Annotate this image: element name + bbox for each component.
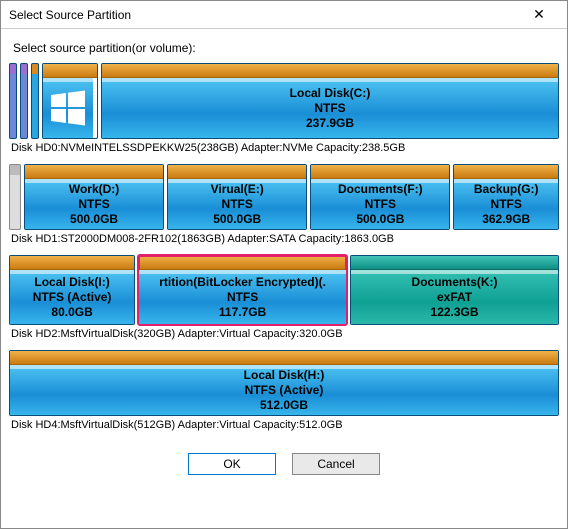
button-bar: OK Cancel — [9, 441, 559, 489]
disk-info: Disk HD0:NVMeINTELSSDPEKKW25(238GB) Adap… — [11, 142, 557, 154]
prompt-text: Select source partition(or volume): — [13, 41, 555, 55]
partition-i[interactable]: Local Disk(I:) NTFS (Active) 80.0GB — [9, 255, 135, 325]
partition-size: 500.0GB — [69, 212, 119, 227]
partition-stub[interactable] — [9, 63, 17, 139]
windows-logo-icon — [43, 78, 93, 138]
cancel-button[interactable]: Cancel — [292, 453, 380, 475]
partition-g[interactable]: Backup(G:) NTFS 362.9GB — [453, 164, 559, 230]
partition-label: Virual(E:) — [211, 182, 264, 197]
partition-stub[interactable] — [9, 164, 21, 230]
partition-fs: NTFS — [69, 197, 119, 212]
partition-size: 237.9GB — [290, 116, 371, 131]
partition-stub[interactable] — [31, 63, 39, 139]
partition-size: 500.0GB — [211, 212, 264, 227]
disk-row: Local Disk(C:) NTFS 237.9GB — [9, 63, 559, 139]
partition-label: Documents(F:) — [338, 182, 423, 197]
partition-label: Local Disk(H:) — [244, 368, 325, 383]
disk-row: Local Disk(H:) NTFS (Active) 512.0GB — [9, 350, 559, 416]
partition-c[interactable]: Local Disk(C:) NTFS 237.9GB — [101, 63, 559, 139]
partition-e[interactable]: Virual(E:) NTFS 500.0GB — [167, 164, 307, 230]
disk-info: Disk HD1:ST2000DM008-2FR102(1863GB) Adap… — [11, 233, 557, 245]
partition-fs: NTFS — [474, 197, 539, 212]
ok-button[interactable]: OK — [188, 453, 276, 475]
partition-f[interactable]: Documents(F:) NTFS 500.0GB — [310, 164, 450, 230]
disk-group-1: Work(D:) NTFS 500.0GB Virual(E:) NTFS 50… — [9, 164, 559, 245]
partition-size: 122.3GB — [412, 305, 498, 320]
partition-size: 500.0GB — [338, 212, 423, 227]
disk-group-2: Local Disk(I:) NTFS (Active) 80.0GB rtit… — [9, 255, 559, 340]
disk-row: Local Disk(I:) NTFS (Active) 80.0GB rtit… — [9, 255, 559, 325]
partition-label: Documents(K:) — [412, 275, 498, 290]
partition-fs: NTFS — [159, 290, 326, 305]
partition-fs: NTFS — [290, 101, 371, 116]
partition-label: Backup(G:) — [474, 182, 539, 197]
disk-info: Disk HD2:MsftVirtualDisk(320GB) Adapter:… — [11, 328, 557, 340]
window-title: Select Source Partition — [9, 8, 519, 22]
disk-group-4: Local Disk(H:) NTFS (Active) 512.0GB Dis… — [9, 350, 559, 431]
partition-k[interactable]: Documents(K:) exFAT 122.3GB — [350, 255, 559, 325]
partition-h[interactable]: Local Disk(H:) NTFS (Active) 512.0GB — [9, 350, 559, 416]
partition-fs: NTFS — [338, 197, 423, 212]
partition-label: Work(D:) — [69, 182, 119, 197]
partition-size: 362.9GB — [474, 212, 539, 227]
disk-row: Work(D:) NTFS 500.0GB Virual(E:) NTFS 50… — [9, 164, 559, 230]
partition-label: rtition(BitLocker Encrypted)(. — [159, 275, 326, 290]
partition-d[interactable]: Work(D:) NTFS 500.0GB — [24, 164, 164, 230]
partition-stub[interactable] — [20, 63, 28, 139]
partition-size: 80.0GB — [33, 305, 112, 320]
close-icon[interactable]: ✕ — [519, 6, 559, 23]
partition-bitlocker-selected[interactable]: rtition(BitLocker Encrypted)(. NTFS 117.… — [138, 255, 347, 325]
dialog-content: Select source partition(or volume): Loca… — [1, 29, 567, 489]
partition-fs: NTFS (Active) — [244, 383, 325, 398]
partition-os-reserved[interactable] — [42, 63, 98, 139]
titlebar: Select Source Partition ✕ — [1, 1, 567, 29]
disk-group-0: Local Disk(C:) NTFS 237.9GB Disk HD0:NVM… — [9, 63, 559, 154]
partition-size: 512.0GB — [244, 398, 325, 413]
partition-size: 117.7GB — [159, 305, 326, 320]
disk-info: Disk HD4:MsftVirtualDisk(512GB) Adapter:… — [11, 419, 557, 431]
partition-fs: NTFS — [211, 197, 264, 212]
partition-label: Local Disk(C:) — [290, 86, 371, 101]
partition-fs: exFAT — [412, 290, 498, 305]
partition-fs: NTFS (Active) — [33, 290, 112, 305]
partition-label: Local Disk(I:) — [33, 275, 112, 290]
